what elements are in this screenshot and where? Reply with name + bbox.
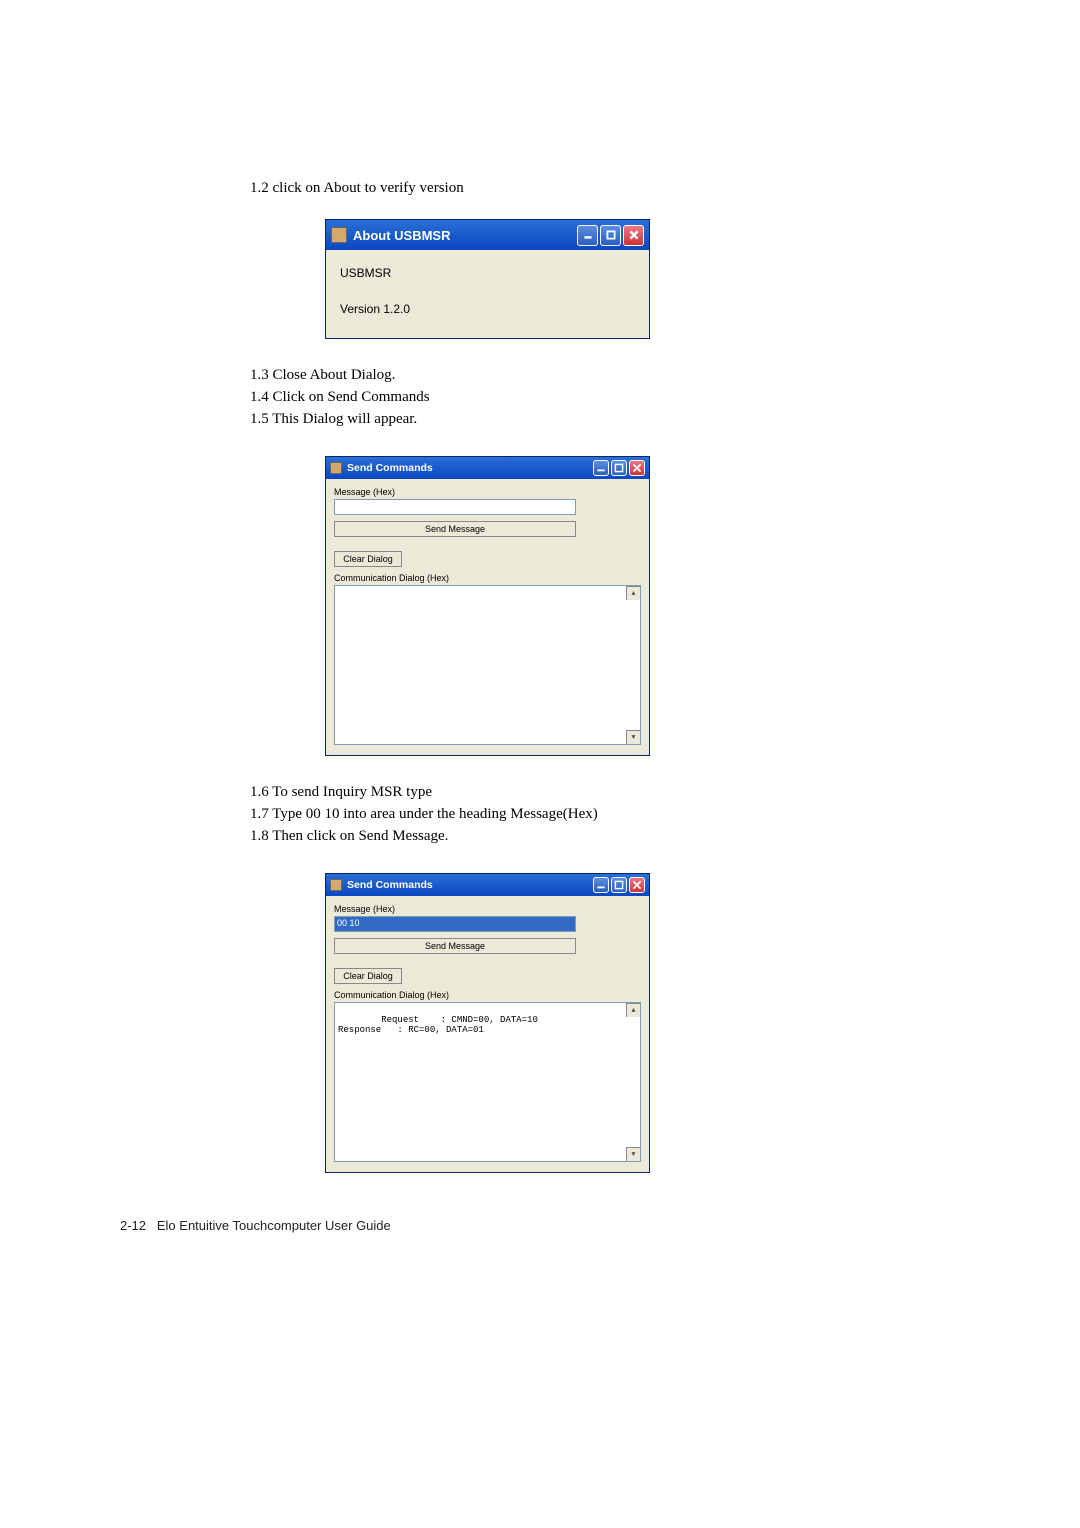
maximize-button[interactable] — [611, 460, 627, 476]
send-commands-dialog-2: Send Commands Message (Hex) 00 10 Send M… — [325, 873, 650, 1173]
comm-label-1: Communication Dialog (Hex) — [334, 573, 641, 583]
scroll-up-icon[interactable]: ▲ — [626, 586, 640, 600]
app-icon — [331, 227, 347, 243]
maximize-button[interactable] — [611, 877, 627, 893]
message-label-2: Message (Hex) — [334, 904, 641, 914]
maximize-button[interactable] — [600, 225, 621, 246]
message-input-1[interactable] — [334, 499, 576, 515]
comm-content-2: Request : CMND=00, DATA=10 Response : RC… — [338, 1015, 538, 1035]
step-1-2: 1.2 click on About to verify version — [250, 180, 950, 197]
comm-textarea-2[interactable]: Request : CMND=00, DATA=10 Response : RC… — [334, 1002, 641, 1162]
minimize-button[interactable] — [593, 460, 609, 476]
clear-dialog-button-1[interactable]: Clear Dialog — [334, 551, 402, 567]
send-title-2: Send Commands — [347, 879, 593, 891]
send-message-button-1[interactable]: Send Message — [334, 521, 576, 537]
about-titlebar: About USBMSR — [326, 220, 649, 250]
close-button[interactable] — [629, 460, 645, 476]
send-title-1: Send Commands — [347, 462, 593, 474]
send-commands-dialog-1: Send Commands Message (Hex) Send Message… — [325, 456, 650, 756]
scroll-up-icon[interactable]: ▲ — [626, 1003, 640, 1017]
step-1-7: 1.7 Type 00 10 into area under the headi… — [250, 806, 950, 823]
step-1-5: 1.5 This Dialog will appear. — [250, 411, 950, 428]
clear-dialog-button-2[interactable]: Clear Dialog — [334, 968, 402, 984]
close-button[interactable] — [629, 877, 645, 893]
send-body-2: Message (Hex) 00 10 Send Message Clear D… — [326, 896, 649, 1172]
about-title: About USBMSR — [353, 228, 577, 243]
footer-page: 2-12 — [120, 1218, 146, 1233]
about-product: USBMSR — [340, 266, 635, 280]
about-dialog: About USBMSR USBMSR Version 1.2.0 — [325, 219, 650, 339]
about-body: USBMSR Version 1.2.0 — [326, 250, 649, 338]
close-button[interactable] — [623, 225, 644, 246]
message-input-2[interactable]: 00 10 — [334, 916, 576, 932]
footer-title: Elo Entuitive Touchcomputer User Guide — [157, 1218, 391, 1233]
send-titlebar-2: Send Commands — [326, 874, 649, 896]
step-1-4: 1.4 Click on Send Commands — [250, 389, 950, 406]
send-body-1: Message (Hex) Send Message Clear Dialog … — [326, 479, 649, 755]
step-1-3: 1.3 Close About Dialog. — [250, 367, 950, 384]
minimize-button[interactable] — [577, 225, 598, 246]
page-footer: 2-12 Elo Entuitive Touchcomputer User Gu… — [120, 1218, 950, 1233]
about-version: Version 1.2.0 — [340, 302, 635, 316]
send-titlebar-1: Send Commands — [326, 457, 649, 479]
app-icon — [330, 879, 342, 891]
minimize-button[interactable] — [593, 877, 609, 893]
step-1-8: 1.8 Then click on Send Message. — [250, 828, 950, 845]
comm-label-2: Communication Dialog (Hex) — [334, 990, 641, 1000]
scroll-down-icon[interactable]: ▼ — [626, 1147, 640, 1161]
app-icon — [330, 462, 342, 474]
send-message-button-2[interactable]: Send Message — [334, 938, 576, 954]
scroll-down-icon[interactable]: ▼ — [626, 730, 640, 744]
message-label-1: Message (Hex) — [334, 487, 641, 497]
step-1-6: 1.6 To send Inquiry MSR type — [250, 784, 950, 801]
comm-textarea-1[interactable]: ▲ ▼ — [334, 585, 641, 745]
